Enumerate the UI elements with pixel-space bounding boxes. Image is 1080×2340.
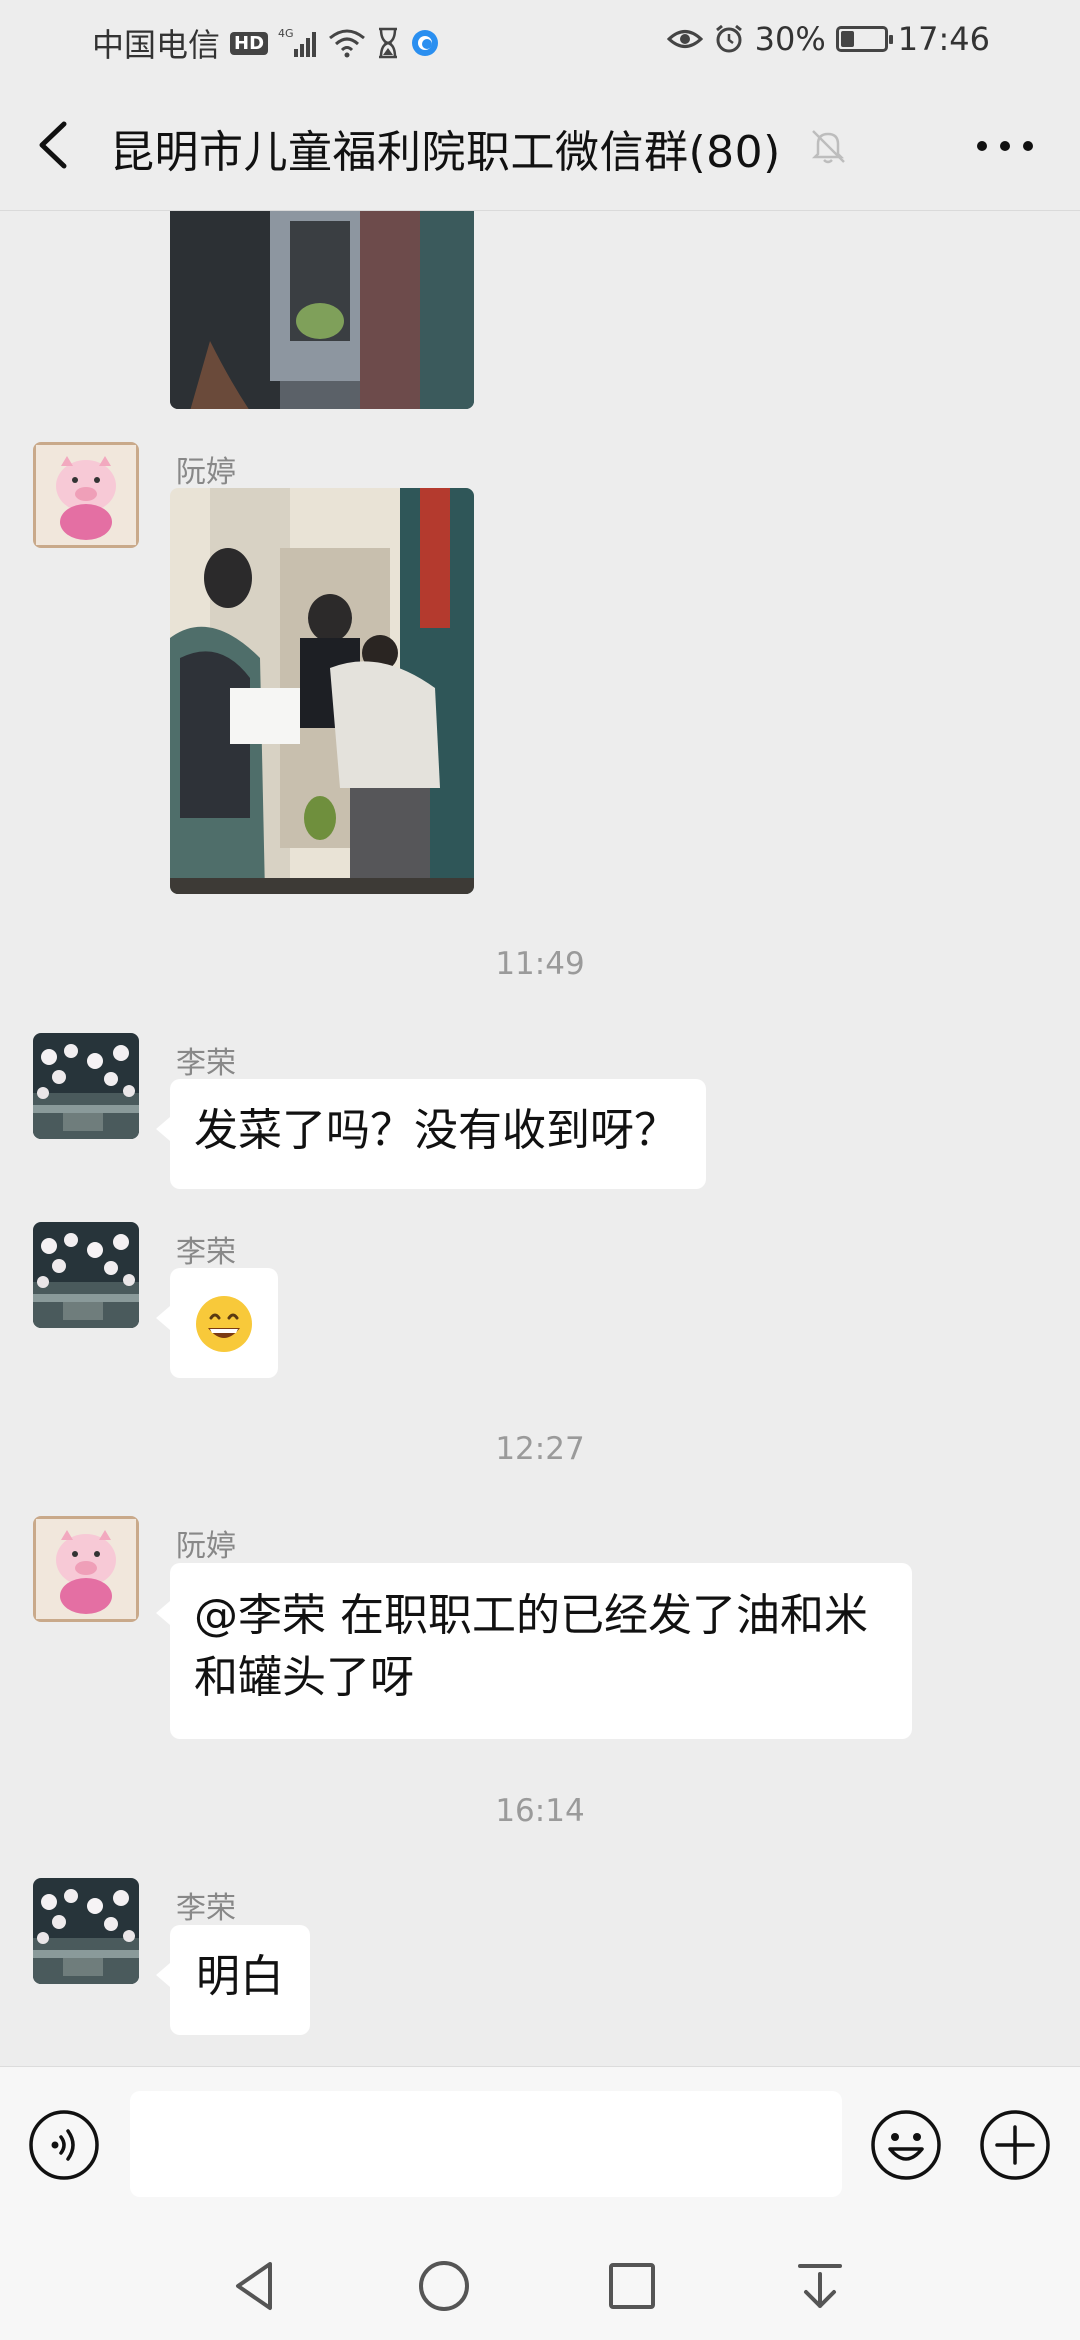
sender-name: 李荣 [176,1235,236,1270]
more-icon [977,141,1033,151]
status-bar: 中国电信 HD 4G 30% 17:46 [0,0,1080,80]
back-button[interactable] [30,118,80,172]
sender-name: 李荣 [176,1891,236,1926]
status-right: 30% 17:46 [666,20,990,58]
home-circle-icon [419,2261,469,2311]
hourglass-icon [376,27,400,59]
avatar[interactable] [33,1878,139,1984]
message-text: 明白 [196,1951,284,2002]
eye-icon [666,26,703,52]
voice-button[interactable] [28,2109,100,2181]
message-timestamp: 11:49 [495,946,585,982]
message-timestamp: 16:14 [495,1793,585,1829]
pig-avatar-icon [33,442,139,548]
message-photo[interactable] [170,211,474,409]
clock-time: 17:46 [897,20,990,58]
chat-header: 昆明市儿童福利院职工微信群(80) [0,80,1080,211]
message-bubble[interactable] [156,1268,278,1378]
add-button[interactable] [979,2109,1051,2181]
flower-avatar-icon [33,1222,139,1328]
recents-square-icon [609,2263,655,2309]
wifi-icon [328,28,366,58]
hd-badge: HD [230,31,269,55]
photo-image [170,211,474,409]
back-triangle-icon [236,2262,272,2310]
message-timestamp: 12:27 [495,1431,585,1467]
back-arrow-icon [39,121,67,169]
battery-fill [840,31,854,47]
more-options-button[interactable] [970,126,1040,166]
system-nav-bar [0,2226,1080,2340]
input-bar [0,2066,1080,2227]
pig-avatar-icon [33,1516,139,1622]
sender-name: 阮婷 [176,1529,236,1564]
signal-icon: 4G [278,27,318,59]
avatar[interactable] [33,1222,139,1328]
photo-image [170,488,474,894]
grinning-emoji-icon [196,1296,252,1352]
status-left: 中国电信 HD 4G [92,20,440,66]
sender-name: 李荣 [176,1046,236,1081]
avatar[interactable] [33,442,139,548]
emoji-icon [871,2110,941,2180]
sender-name: 阮婷 [176,455,236,490]
notification-pull-icon [798,2264,842,2308]
flower-avatar-icon [33,1878,139,1984]
emoji-button[interactable] [870,2109,942,2181]
chat-message-list[interactable]: 阮婷 11:49 李荣 发菜了吗？没有收到呀？ 李荣 12:27 阮婷 @李荣 … [0,211,1080,2066]
add-icon [980,2110,1050,2180]
message-bubble[interactable]: 明白 [156,1925,310,2035]
message-photo[interactable] [170,488,474,894]
nav-home-button[interactable] [412,2254,476,2318]
message-bubble[interactable]: 发菜了吗？没有收到呀？ [156,1079,706,1189]
carrier-label: 中国电信 [92,26,221,64]
app-notification-icon [410,28,440,58]
message-text-line: @李荣 在职职工的已经发了油和米 [194,1590,868,1641]
message-text: 发菜了吗？没有收到呀？ [194,1105,678,1156]
battery-percent: 30% [754,20,826,58]
avatar[interactable] [33,1033,139,1139]
voice-icon [29,2110,99,2180]
avatar[interactable] [33,1516,139,1622]
network-type-label: 4G [278,27,294,40]
message-text-line: 和罐头了呀 [194,1652,414,1703]
nav-recents-button[interactable] [600,2254,664,2318]
mute-bell-icon [808,126,848,166]
alarm-icon [713,23,745,55]
chat-title: 昆明市儿童福利院职工微信群(80) [110,127,781,178]
nav-notification-button[interactable] [788,2254,852,2318]
nav-back-button[interactable] [224,2254,288,2318]
flower-avatar-icon [33,1033,139,1139]
message-input[interactable] [130,2091,842,2197]
message-bubble[interactable]: @李荣 在职职工的已经发了油和米 和罐头了呀 [156,1563,912,1739]
battery-icon [835,26,893,52]
